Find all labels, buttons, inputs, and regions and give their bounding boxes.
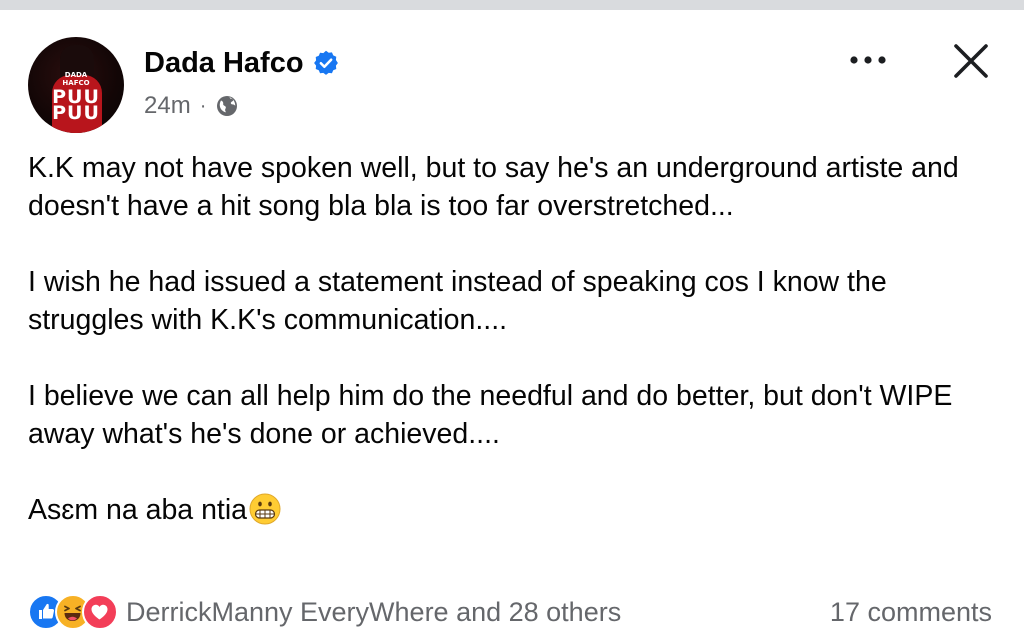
comments-count-link[interactable]: 17 comments xyxy=(830,597,992,628)
close-icon xyxy=(954,44,988,78)
author-name[interactable]: Dada Hafco xyxy=(144,47,304,80)
more-icon xyxy=(850,56,886,64)
meta-separator: · xyxy=(199,94,207,117)
more-options-button[interactable] xyxy=(843,42,893,78)
post-footer: DerrickManny EveryWhere and 28 others 17… xyxy=(28,590,998,634)
love-icon xyxy=(82,594,118,630)
globe-icon xyxy=(215,94,239,118)
post-paragraph: K.K may not have spoken well, but to say… xyxy=(28,152,959,222)
author-row: Dada Hafco xyxy=(144,45,340,81)
top-divider xyxy=(0,0,1024,10)
reaction-summary[interactable] xyxy=(28,592,118,632)
post-paragraph: Asɛm na aba ntia xyxy=(28,494,248,526)
grimacing-face-emoji xyxy=(249,493,281,525)
close-button[interactable] xyxy=(948,38,994,84)
post-paragraph: I believe we can all help him do the nee… xyxy=(28,380,953,450)
post-timestamp[interactable]: 24m xyxy=(144,92,191,120)
verified-badge-icon xyxy=(312,49,340,77)
avatar[interactable]: DADA HAFCO PUU PUU xyxy=(28,37,124,133)
post-text: K.K may not have spoken well, but to say… xyxy=(28,149,998,529)
post-meta: 24m · xyxy=(144,90,239,122)
avatar-text-small-1: DADA xyxy=(64,71,88,79)
reacted-by-text[interactable]: DerrickManny EveryWhere and 28 others xyxy=(126,597,621,628)
avatar-text-big-2: PUU xyxy=(52,102,100,124)
post-last-paragraph: Asɛm na aba ntia xyxy=(28,491,998,529)
post-paragraph: I wish he had issued a statement instead… xyxy=(28,266,887,336)
